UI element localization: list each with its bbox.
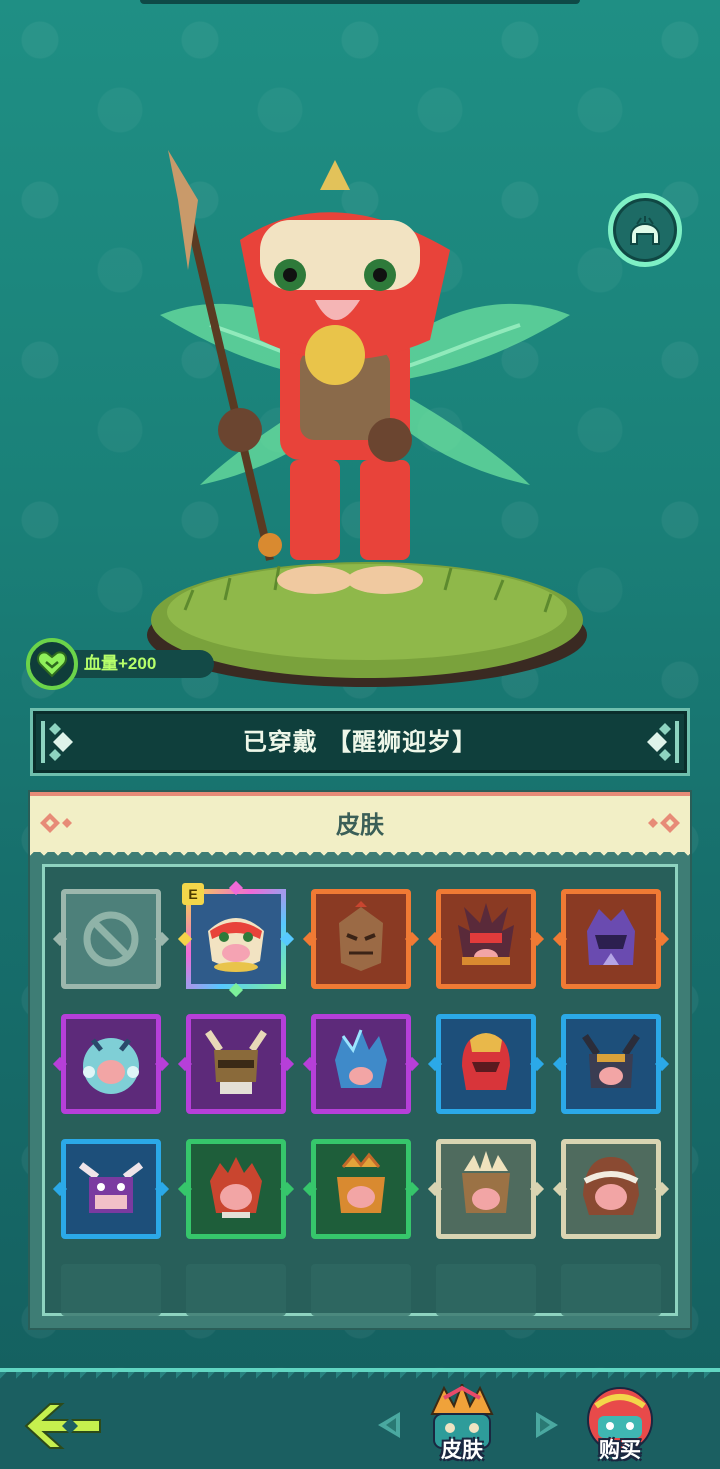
skins-tab-button[interactable]: 皮肤 [420, 1381, 504, 1468]
empty-slot [311, 1264, 411, 1316]
skin-slot[interactable] [427, 889, 545, 989]
empty-slot [561, 1264, 661, 1316]
equipped-skin-banner: 已穿戴 【醒狮迎岁】 [30, 708, 690, 776]
header-zigzag [30, 850, 690, 860]
equipped-marker: E [182, 883, 204, 905]
lion-dance-helmet-icon [208, 918, 264, 972]
helmet-icon [630, 216, 660, 245]
skin-slot[interactable] [302, 1139, 420, 1239]
skin-slot[interactable] [52, 1014, 170, 1114]
empty-slot [61, 1264, 161, 1316]
frost-beast-helmet-icon [83, 1038, 139, 1094]
spiked-leather-helmet-icon [462, 1151, 510, 1213]
horned-bronze-helmet-icon [205, 1030, 267, 1094]
skins-header: 皮肤 [30, 792, 690, 860]
prev-tab-arrow-icon[interactable] [372, 1408, 406, 1442]
red-spiky-hair-icon [210, 1157, 262, 1218]
banner-ornament-right-icon [647, 721, 679, 763]
next-tab-arrow-icon[interactable] [530, 1408, 564, 1442]
skins-tab-label: 皮肤 [441, 1438, 483, 1462]
skins-grid: E [42, 864, 678, 1316]
skin-slot[interactable] [427, 1139, 545, 1239]
skin-slot-equipped[interactable]: E [177, 880, 295, 998]
purple-knight-helmet-icon [587, 909, 635, 965]
skin-slot[interactable] [427, 1014, 545, 1114]
hero-character [168, 150, 450, 594]
skins-panel: 皮肤 E [28, 790, 692, 1330]
none-slot-icon [83, 911, 139, 967]
skin-slot[interactable] [52, 1139, 170, 1239]
skin-slot[interactable] [552, 1014, 670, 1114]
back-button[interactable] [22, 1398, 104, 1458]
brown-hood-icon [583, 1157, 639, 1215]
purple-bull-helmet-icon [78, 1162, 144, 1213]
hp-bonus-badge: 血量+200 [26, 638, 214, 690]
dark-horned-helmet-icon [582, 1034, 640, 1088]
skin-slot[interactable] [177, 1014, 295, 1114]
empty-slot [436, 1264, 536, 1316]
leaf-crown-helmet-icon [337, 1152, 385, 1213]
skins-title: 皮肤 [336, 811, 384, 839]
crystal-helmet-icon [335, 1029, 387, 1088]
skin-slot[interactable] [552, 889, 670, 989]
equipped-skin-label: 已穿戴 【醒狮迎岁】 [242, 728, 478, 756]
bottom-nav-bar: 皮肤 购买 [0, 1368, 720, 1469]
hero-stage: 血量+200 [0, 0, 720, 700]
skin-slot-none[interactable] [52, 889, 170, 989]
shop-tab-label: 购买 [599, 1438, 641, 1462]
red-gold-helmet-icon [462, 1033, 510, 1090]
skin-slot[interactable] [177, 1139, 295, 1239]
shop-tab-button[interactable]: 购买 [578, 1384, 662, 1468]
heart-icon [26, 638, 78, 690]
header-ornament-right-icon [648, 813, 680, 833]
bottom-bar-pattern [0, 1372, 720, 1382]
skin-slot[interactable] [302, 1014, 420, 1114]
empty-slot [186, 1264, 286, 1316]
helmet-toggle-button[interactable] [608, 193, 682, 267]
skin-slot[interactable] [302, 889, 420, 989]
skin-slot[interactable] [552, 1139, 670, 1239]
wooden-mask-helmet-icon [339, 901, 383, 971]
back-arrow-icon [24, 1403, 101, 1449]
spiked-demon-helmet-icon [458, 903, 514, 965]
